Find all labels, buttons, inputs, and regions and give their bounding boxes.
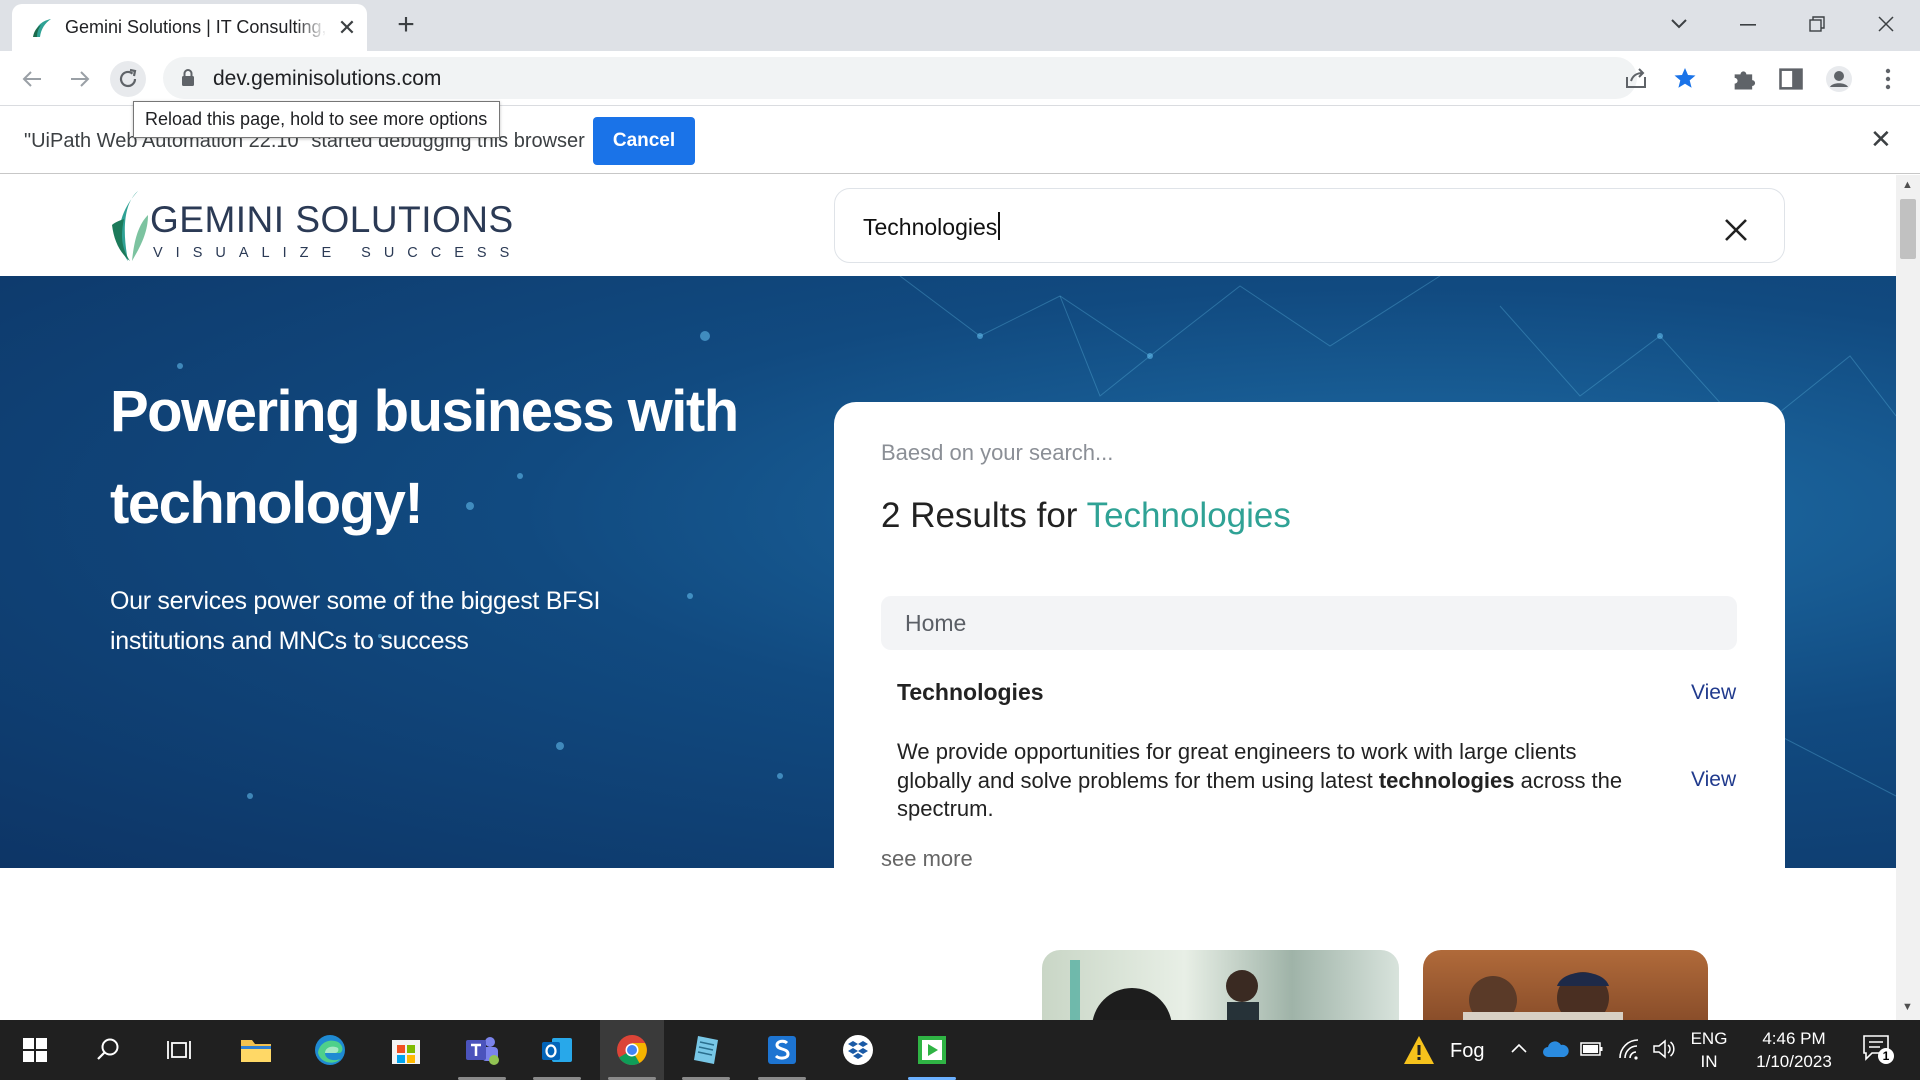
results-intro: Baesd on your search... (881, 440, 1114, 465)
kebab-menu-icon[interactable] (1874, 65, 1902, 93)
result-2-view-link[interactable]: View (1691, 768, 1736, 792)
logo-leaf-icon (112, 191, 148, 261)
page-scrollbar[interactable]: ▲ ▼ (1896, 175, 1920, 1020)
clock-time: 4:46 PM (1762, 1029, 1826, 1048)
input-language-indicator[interactable]: ENG IN (1689, 1027, 1729, 1073)
site-header: GEMINI SOLUTIONS VISUALIZE SUCCESS Techn… (0, 175, 1896, 276)
scroll-down-arrow-icon[interactable]: ▼ (1902, 1001, 1913, 1013)
teams-app[interactable] (450, 1020, 514, 1080)
dropbox-app[interactable] (826, 1020, 890, 1080)
new-tab-button[interactable]: + (390, 9, 422, 41)
cancel-debugging-button[interactable]: Cancel (593, 117, 695, 165)
clock-date: 1/10/2023 (1756, 1052, 1832, 1071)
tab-title: Gemini Solutions | IT Consulting, Softwa… (65, 17, 327, 37)
scroll-up-arrow-icon[interactable]: ▲ (1902, 179, 1913, 191)
result-highlight: technologies (1378, 767, 1515, 793)
side-panel-icon[interactable] (1777, 65, 1805, 93)
back-button[interactable] (14, 61, 50, 97)
scrollbar-thumb[interactable] (1900, 199, 1916, 259)
cube-app-icon (843, 1035, 873, 1065)
bookmark-star-icon[interactable] (1673, 66, 1697, 90)
folder-icon (241, 1040, 271, 1062)
notepad-app[interactable] (674, 1020, 738, 1080)
result-item-title: Technologies (897, 679, 1044, 705)
task-view-button[interactable] (147, 1020, 211, 1080)
task-view-icon (167, 1041, 191, 1059)
weather-warning-icon[interactable] (1402, 1034, 1436, 1066)
wifi-icon[interactable] (1617, 1038, 1641, 1060)
result-1-view-link[interactable]: View (1691, 681, 1736, 705)
system-clock[interactable]: 4:46 PM 1/10/2023 (1738, 1027, 1850, 1073)
clear-search-icon[interactable] (1723, 207, 1749, 252)
chrome-app[interactable] (600, 1020, 664, 1080)
onedrive-cloud-icon[interactable] (1542, 1040, 1570, 1058)
file-explorer-app[interactable] (224, 1020, 288, 1080)
restore-button[interactable] (1797, 6, 1837, 42)
microsoft-store-app[interactable] (374, 1020, 438, 1080)
notification-center-button[interactable]: 1 (1862, 1034, 1898, 1066)
url-text[interactable]: dev.geminisolutions.com (213, 67, 441, 91)
teams-icon (466, 1037, 499, 1065)
team-photo-2 (1423, 950, 1708, 1020)
hero-title: Powering business with technology! (110, 379, 739, 536)
windows-logo-icon (23, 1038, 47, 1062)
outlook-icon (542, 1038, 572, 1062)
results-group-home: Home (881, 596, 1737, 650)
hero-banner: Powering business with technology! Our s… (0, 276, 1896, 868)
close-window-button[interactable] (1866, 6, 1906, 42)
address-bar[interactable]: dev.geminisolutions.com (163, 57, 1696, 99)
store-icon (392, 1040, 420, 1064)
hero-subtitle: Our services power some of the biggest B… (110, 587, 601, 655)
results-heading: 2 Results for Technologies (881, 496, 1291, 536)
s-app-icon (768, 1036, 796, 1064)
team-photo-1 (1042, 950, 1399, 1020)
see-more-link[interactable]: see more (881, 846, 973, 868)
chrome-icon (617, 1035, 647, 1066)
infobar-close-icon[interactable]: ✕ (1870, 124, 1892, 155)
results-query: Technologies (1086, 496, 1291, 535)
edge-browser-app[interactable] (298, 1020, 362, 1080)
extensions-puzzle-icon[interactable] (1730, 65, 1758, 93)
web-page: GEMINI SOLUTIONS VISUALIZE SUCCESS Techn… (0, 175, 1896, 1020)
notepad-icon (694, 1036, 718, 1064)
play-icon (918, 1036, 946, 1064)
volume-icon[interactable] (1652, 1038, 1676, 1060)
forward-button[interactable] (62, 61, 98, 97)
profile-avatar-icon[interactable] (1825, 65, 1853, 93)
search-taskbar-button[interactable] (76, 1020, 140, 1080)
gemini-favicon-icon (33, 18, 51, 37)
tab-strip: Gemini Solutions | IT Consulting, Softwa… (0, 0, 1920, 51)
reload-button[interactable] (110, 61, 146, 97)
start-button[interactable] (3, 1020, 67, 1080)
share-icon[interactable] (1624, 67, 1648, 89)
result-item-description: We provide opportunities for great engin… (897, 739, 1623, 821)
logo-wordmark: GEMINI SOLUTIONS (150, 199, 514, 240)
logo-tagline: VISUALIZE SUCCESS (153, 245, 523, 261)
tab-close-icon[interactable]: ✕ (337, 15, 357, 41)
notification-count-badge: 1 (1878, 1048, 1894, 1064)
search-input[interactable]: Technologies (863, 212, 1001, 241)
search-results-panel: Baesd on your search... 2 Results for Te… (834, 402, 1785, 868)
skype-business-app[interactable] (750, 1020, 814, 1080)
gemini-solutions-logo[interactable]: GEMINI SOLUTIONS VISUALIZE SUCCESS (108, 189, 513, 265)
tab-search-icon[interactable] (1659, 6, 1699, 42)
battery-icon[interactable] (1580, 1041, 1604, 1057)
outlook-app[interactable] (525, 1020, 589, 1080)
reload-tooltip: Reload this page, hold to see more optio… (133, 101, 500, 138)
browser-toolbar: dev.geminisolutions.com (0, 51, 1920, 105)
lock-icon[interactable] (181, 69, 195, 86)
media-player-app[interactable] (900, 1020, 964, 1080)
site-search-box[interactable]: Technologies (834, 188, 1785, 263)
show-hidden-icons-icon[interactable] (1510, 1042, 1528, 1054)
minimize-button[interactable] (1728, 6, 1768, 42)
weather-label[interactable]: Fog (1450, 1040, 1484, 1063)
windows-taskbar: Fog ENG IN 4:46 PM 1/10/2023 1 (0, 1020, 1920, 1080)
search-icon (97, 1038, 119, 1060)
edge-icon (315, 1035, 345, 1065)
browser-tab[interactable]: Gemini Solutions | IT Consulting, Softwa… (12, 4, 367, 51)
results-count: 2 Results for (881, 496, 1078, 535)
